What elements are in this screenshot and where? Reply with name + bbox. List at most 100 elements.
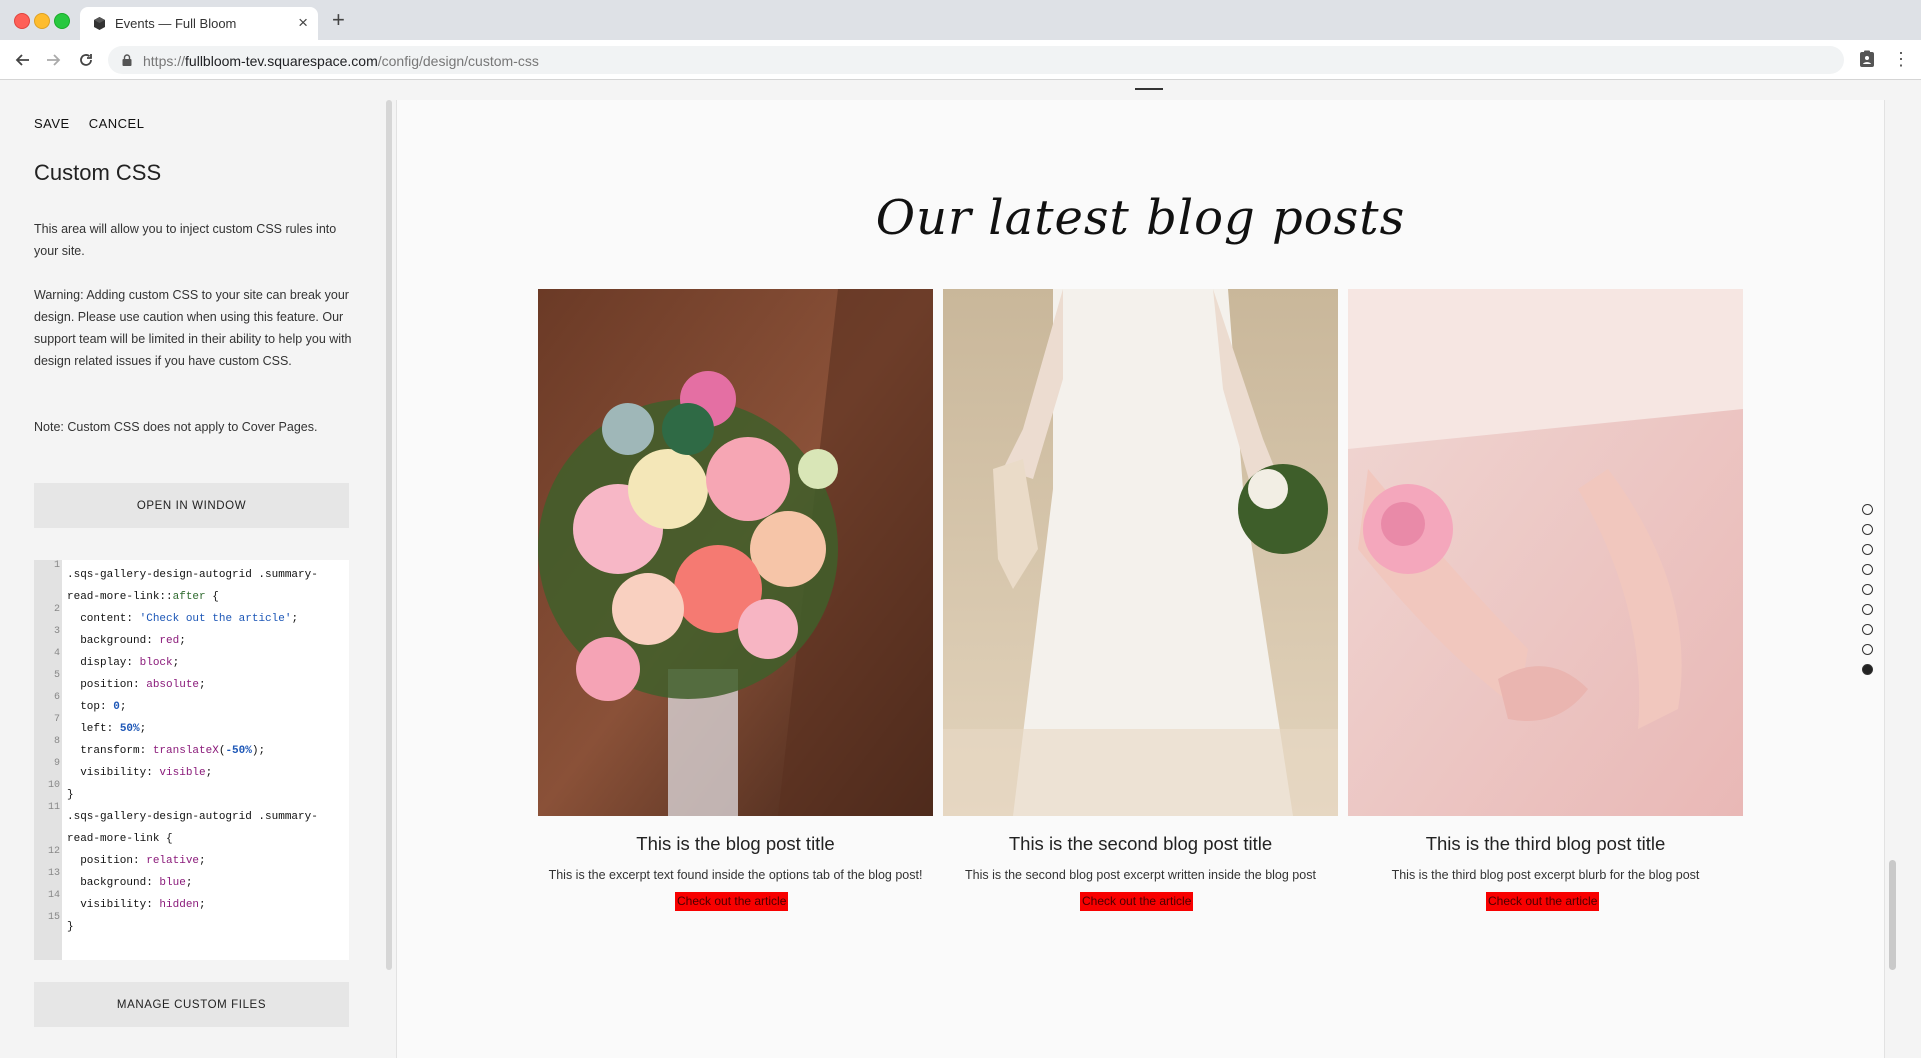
- code-line[interactable]: 11 .sqs-gallery-design-autogrid .summary-: [34, 802, 349, 828]
- code-token: );: [251, 745, 266, 757]
- minimize-window-button[interactable]: [34, 13, 50, 29]
- code-text: read-more-link {: [67, 828, 173, 850]
- code-line[interactable]: 6 top: 0;: [34, 692, 349, 718]
- code-line[interactable]: read-more-link::after {: [34, 586, 349, 608]
- code-text: position: relative;: [67, 850, 206, 872]
- section-dot[interactable]: [1862, 624, 1873, 635]
- code-token: ;: [139, 723, 147, 735]
- code-line[interactable]: 7 left: 50%;: [34, 714, 349, 740]
- line-number: 7: [53, 714, 60, 725]
- section-dot[interactable]: [1862, 564, 1873, 575]
- section-dot[interactable]: [1862, 504, 1873, 515]
- blog-post-excerpt: This is the third blog post excerpt blur…: [1391, 868, 1700, 882]
- code-line[interactable]: 5 position: absolute;: [34, 670, 349, 696]
- code-token: background:: [67, 877, 160, 889]
- code-line[interactable]: 8 transform: translateX(-50%);: [34, 736, 349, 762]
- code-line[interactable]: 4 display: block;: [34, 648, 349, 674]
- code-text: content: 'Check out the article';: [67, 608, 298, 630]
- blog-post-title[interactable]: This is the blog post title: [538, 833, 933, 855]
- code-line[interactable]: 12 position: relative;: [34, 846, 349, 872]
- code-token: translateX: [152, 745, 219, 757]
- preview-drag-handle[interactable]: [1135, 88, 1163, 90]
- address-bar[interactable]: https://fullbloom-tev.squarespace.com/co…: [108, 46, 1844, 74]
- code-line[interactable]: 3 background: red;: [34, 626, 349, 652]
- read-more-link[interactable]: Check out the article: [675, 892, 789, 911]
- css-code-editor[interactable]: 1 .sqs-gallery-design-autogrid .summary-r…: [34, 560, 349, 960]
- code-token: }: [67, 921, 74, 933]
- code-token: .sqs-gallery-design-autogrid .summary-: [67, 569, 318, 581]
- code-line[interactable]: 13 background: blue;: [34, 868, 349, 894]
- code-token: left:: [67, 723, 120, 735]
- close-window-button[interactable]: [14, 13, 30, 29]
- code-line[interactable]: 15}: [34, 912, 349, 938]
- code-token: ;: [199, 679, 206, 691]
- section-dot[interactable]: [1862, 664, 1873, 675]
- line-number: 15: [47, 912, 60, 923]
- code-token: visibility:: [67, 767, 160, 779]
- code-token: ;: [199, 855, 206, 867]
- blog-post-excerpt: This is the excerpt text found inside th…: [548, 868, 923, 882]
- code-token: block: [139, 657, 173, 669]
- section-dot[interactable]: [1862, 524, 1873, 535]
- code-text: transform: translateX(-50%);: [67, 740, 265, 762]
- site-preview: Our latest blog posts This is the blog p…: [396, 100, 1885, 1058]
- code-token: absolute: [146, 679, 200, 691]
- section-dot[interactable]: [1862, 544, 1873, 555]
- code-text: background: red;: [67, 630, 186, 652]
- code-text: read-more-link::after {: [67, 586, 219, 608]
- cancel-button[interactable]: CANCEL: [89, 116, 145, 131]
- save-button[interactable]: SAVE: [34, 116, 70, 131]
- blog-post-title[interactable]: This is the third blog post title: [1348, 833, 1743, 855]
- code-token: position:: [67, 855, 147, 867]
- code-token: blue: [159, 877, 186, 889]
- section-dot[interactable]: [1862, 604, 1873, 615]
- forward-arrow-icon[interactable]: [43, 49, 65, 71]
- zoom-window-button[interactable]: [54, 13, 70, 29]
- open-in-window-button[interactable]: OPEN IN WINDOW: [34, 483, 349, 528]
- bouquet-image[interactable]: [538, 289, 933, 816]
- url-host: fullbloom-tev.squarespace.com: [185, 53, 378, 69]
- code-text: visibility: hidden;: [67, 894, 205, 916]
- code-text: top: 0;: [67, 696, 126, 718]
- line-number: 9: [53, 758, 60, 769]
- code-line[interactable]: 2 content: 'Check out the article';: [34, 604, 349, 630]
- code-token: 0: [113, 701, 120, 713]
- code-line[interactable]: read-more-link {: [34, 828, 349, 850]
- code-token: -50%: [225, 745, 252, 757]
- browser-tab-active[interactable]: Events — Full Bloom ×: [80, 7, 318, 40]
- new-tab-icon[interactable]: +: [332, 9, 345, 31]
- code-token: display:: [67, 657, 140, 669]
- back-arrow-icon[interactable]: [11, 49, 33, 71]
- pink-dress-image[interactable]: [1348, 289, 1743, 816]
- code-text: visibility: visible;: [67, 762, 212, 784]
- clipboard-extension-icon[interactable]: [1858, 50, 1876, 68]
- manage-custom-files-button[interactable]: MANAGE CUSTOM FILES: [34, 982, 349, 1027]
- read-more-link[interactable]: Check out the article: [1486, 892, 1600, 911]
- code-line[interactable]: 10}: [34, 780, 349, 806]
- code-text: }: [67, 784, 74, 806]
- code-text: position: absolute;: [67, 674, 206, 696]
- code-line[interactable]: 9 visibility: visible;: [34, 758, 349, 784]
- line-number: 11: [47, 802, 60, 813]
- code-token: ;: [119, 701, 127, 713]
- read-more-link[interactable]: Check out the article: [1080, 892, 1194, 911]
- blog-post-title[interactable]: This is the second blog post title: [943, 833, 1338, 855]
- code-line[interactable]: 1 .sqs-gallery-design-autogrid .summary-: [34, 560, 349, 586]
- line-number: 14: [47, 890, 60, 901]
- tab-close-icon[interactable]: ×: [298, 13, 308, 33]
- panel-scrollbar[interactable]: [386, 100, 392, 970]
- code-line[interactable]: 14 visibility: hidden;: [34, 890, 349, 916]
- code-token: transform:: [67, 745, 153, 757]
- bride-beach-image[interactable]: [943, 289, 1338, 816]
- preview-scrollbar[interactable]: [1889, 860, 1896, 970]
- code-token: relative: [146, 855, 200, 867]
- reload-icon[interactable]: [75, 49, 97, 71]
- section-dot[interactable]: [1862, 644, 1873, 655]
- note-text: Note: Custom CSS does not apply to Cover…: [34, 420, 318, 434]
- code-token: hidden: [159, 899, 200, 911]
- url-scheme: https://: [143, 53, 186, 69]
- more-menu-icon[interactable]: ⋮: [1892, 49, 1910, 69]
- code-token: .sqs-gallery-design-autogrid .summary-: [67, 811, 318, 823]
- code-token: ;: [172, 657, 180, 669]
- section-dot[interactable]: [1862, 584, 1873, 595]
